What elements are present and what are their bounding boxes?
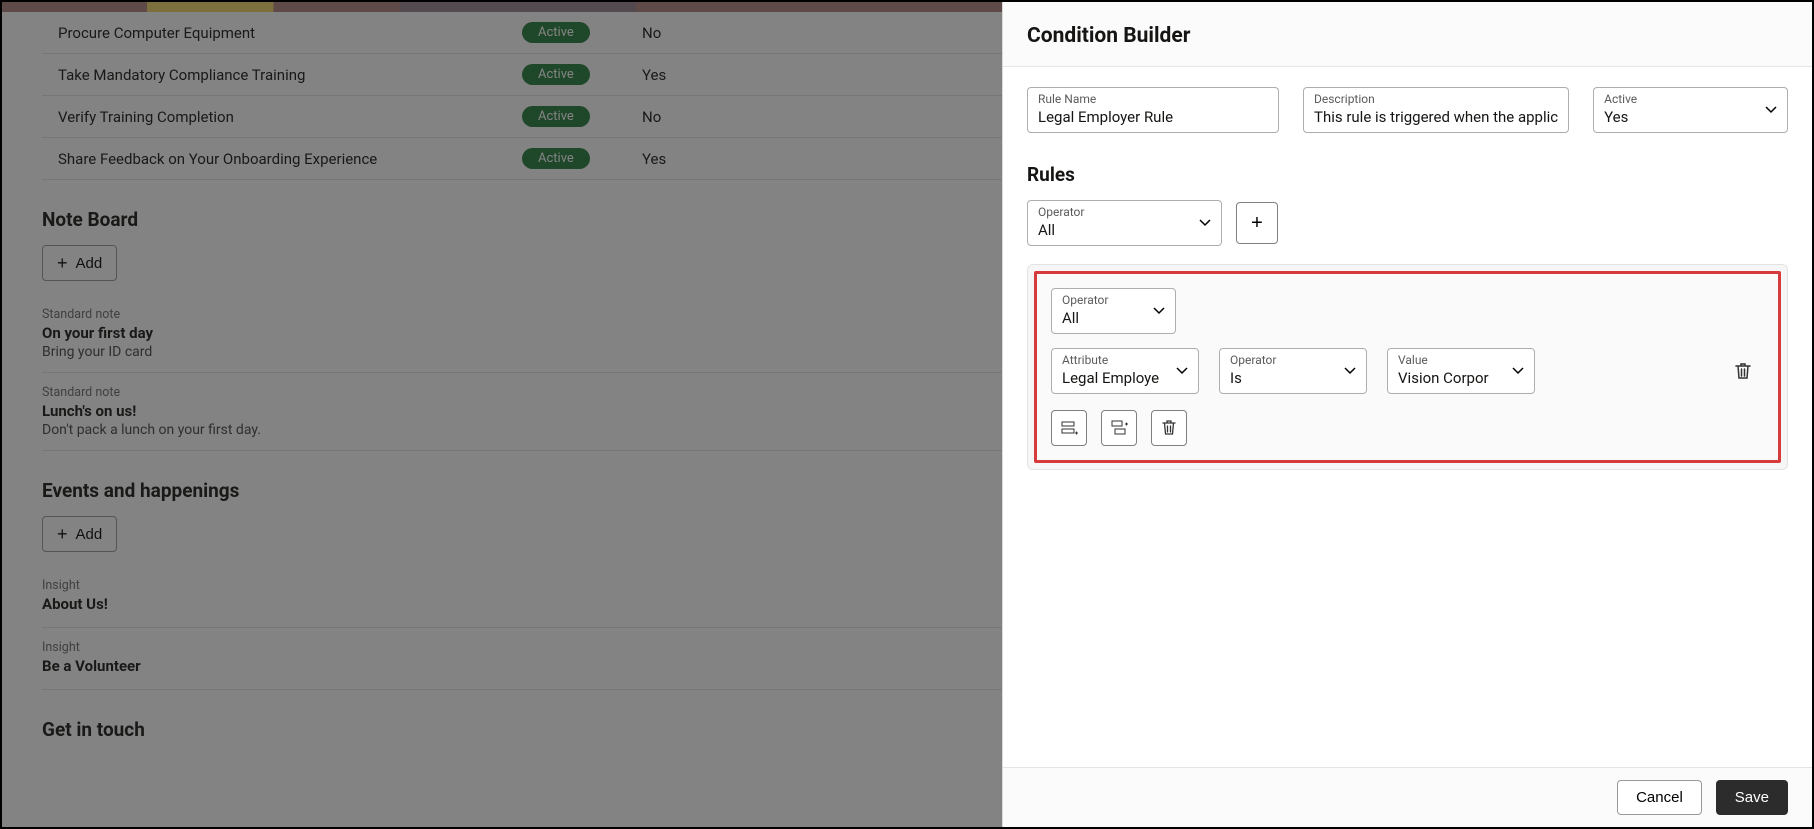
add-condition-button[interactable] <box>1051 410 1087 446</box>
rule-name-field[interactable]: Rule Name Legal Employer Rule <box>1027 87 1279 133</box>
chevron-down-icon <box>1344 367 1356 375</box>
chevron-down-icon <box>1765 106 1777 114</box>
condition-operator-select[interactable]: Operator Is <box>1219 348 1367 394</box>
delete-condition-button[interactable] <box>1734 361 1752 381</box>
field-value: Legal Employe <box>1062 367 1188 387</box>
field-value: All <box>1038 219 1211 239</box>
field-value: Legal Employer Rule <box>1038 106 1268 126</box>
condition-builder-panel: Condition Builder Rule Name Legal Employ… <box>1002 2 1812 827</box>
panel-title: Condition Builder <box>1027 24 1788 48</box>
field-value: Is <box>1230 367 1356 387</box>
chevron-down-icon <box>1199 219 1211 227</box>
add-group-icon <box>1110 419 1128 437</box>
field-label: Description <box>1314 92 1558 106</box>
field-label: Operator <box>1230 353 1356 367</box>
field-label: Operator <box>1038 205 1211 219</box>
cancel-button[interactable]: Cancel <box>1617 780 1702 815</box>
group-operator-select[interactable]: Operator All <box>1051 288 1176 334</box>
value-select[interactable]: Value Vision Corpor <box>1387 348 1535 394</box>
panel-header: Condition Builder <box>1003 2 1812 67</box>
field-label: Value <box>1398 353 1524 367</box>
description-field[interactable]: Description This rule is triggered when … <box>1303 87 1569 133</box>
delete-group-button[interactable] <box>1151 410 1187 446</box>
field-label: Operator <box>1062 293 1165 307</box>
field-label: Attribute <box>1062 353 1188 367</box>
panel-footer: Cancel Save <box>1003 767 1812 827</box>
highlighted-rule-group: Operator All Attribute Legal Employe <box>1034 271 1781 463</box>
add-row-icon <box>1060 419 1078 437</box>
condition-row: Attribute Legal Employe Operator Is <box>1051 348 1764 394</box>
field-label: Rule Name <box>1038 92 1268 106</box>
field-value: This rule is triggered when the applic <box>1314 106 1558 126</box>
add-rule-group-button[interactable]: + <box>1236 202 1278 244</box>
panel-body: Rule Name Legal Employer Rule Descriptio… <box>1003 67 1812 767</box>
active-select[interactable]: Active Yes <box>1593 87 1788 133</box>
chevron-down-icon <box>1512 367 1524 375</box>
save-button[interactable]: Save <box>1716 780 1788 815</box>
attribute-select[interactable]: Attribute Legal Employe <box>1051 348 1199 394</box>
field-label: Active <box>1604 92 1777 106</box>
field-value: Vision Corpor <box>1398 367 1524 387</box>
field-value: All <box>1062 307 1165 327</box>
chevron-down-icon <box>1176 367 1188 375</box>
trash-icon <box>1161 419 1177 437</box>
operator-top-select[interactable]: Operator All <box>1027 200 1222 246</box>
chevron-down-icon <box>1153 307 1165 315</box>
rule-group: Operator All Attribute Legal Employe <box>1027 264 1788 470</box>
add-group-button[interactable] <box>1101 410 1137 446</box>
rules-title: Rules <box>1027 163 1788 186</box>
plus-icon: + <box>1251 212 1263 235</box>
field-value: Yes <box>1604 106 1777 126</box>
